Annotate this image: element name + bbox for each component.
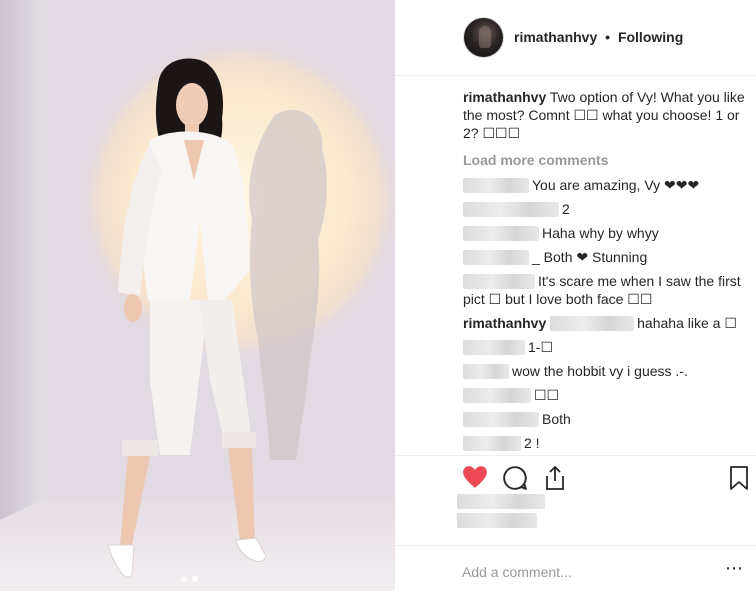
likes-area[interactable] [457,494,545,532]
comment-item: ☐☐ [463,386,745,404]
comment-item: Both [463,410,745,428]
comment-item: 2 ! [463,434,745,452]
blurred-username[interactable] [463,178,529,193]
comment-item: Haha why by whyy [463,224,745,242]
add-comment-area: ⋯ [395,545,756,592]
header-separator: • [605,29,611,45]
comment-item: wow the hobbit vy i guess .-. [463,362,745,380]
comment-text: Both [542,411,571,427]
blurred-username[interactable] [463,388,531,403]
comment-text: You are amazing, Vy ❤❤❤ [532,177,700,193]
caption-username[interactable]: rimathanhvy [463,89,546,105]
add-comment-input[interactable] [462,564,662,580]
comment-username[interactable]: rimathanhvy [463,315,546,331]
blurred-username[interactable] [463,202,559,217]
blurred-username[interactable] [463,436,521,451]
blurred-username[interactable] [463,412,539,427]
comment-text: Haha why by whyy [542,225,659,241]
header-username[interactable]: rimathanhvy [514,29,597,45]
carousel-dot[interactable] [181,576,187,582]
heart-icon[interactable] [462,465,488,494]
comment-text: 1-☐ [528,339,553,355]
post-header: rimathanhvy • Following [395,0,756,76]
comment-item: 1-☐ [463,338,745,356]
comment-item: You are amazing, Vy ❤❤❤ [463,176,745,194]
caption: rimathanhvy Two option of Vy! What you l… [463,88,745,142]
comment-item: 2 [463,200,745,218]
blurred-date [457,513,537,528]
blurred-username[interactable] [463,226,539,241]
post-photo[interactable] [0,0,395,591]
comment-item: rimathanhvy hahaha like a ☐ [463,314,745,332]
avatar[interactable] [463,17,504,58]
share-icon[interactable] [543,465,567,496]
follow-status[interactable]: Following [618,29,683,45]
comment-text: _ Both ❤ Stunning [532,249,648,265]
bookmark-icon[interactable] [729,465,749,496]
comment-text: hahaha like a ☐ [637,315,737,331]
blurred-username[interactable] [463,364,509,379]
blurred-username[interactable] [463,274,535,289]
blurred-likes [457,494,545,509]
blurred-mention[interactable] [550,316,635,331]
comment-item: It's scare me when I saw the first pict … [463,272,745,308]
comment-icon[interactable] [502,465,528,496]
load-more-comments[interactable]: Load more comments [463,152,745,170]
comment-text: 2 [562,201,570,217]
action-bar [395,455,756,500]
header-user: rimathanhvy • Following [514,29,683,45]
photo-illustration [0,0,395,591]
comment-text: ☐☐ [534,387,560,403]
carousel-dots [181,576,198,582]
comments-list: rimathanhvy Two option of Vy! What you l… [463,88,745,458]
more-icon[interactable]: ⋯ [725,558,744,579]
blurred-username[interactable] [463,340,525,355]
comment-text: 2 ! [524,435,540,451]
comment-item: _ Both ❤ Stunning [463,248,745,266]
blurred-username[interactable] [463,250,529,265]
carousel-dot-active[interactable] [192,576,198,582]
post-panel: rimathanhvy • Following rimathanhvy Two … [395,0,756,591]
comment-text: wow the hobbit vy i guess .-. [512,363,688,379]
